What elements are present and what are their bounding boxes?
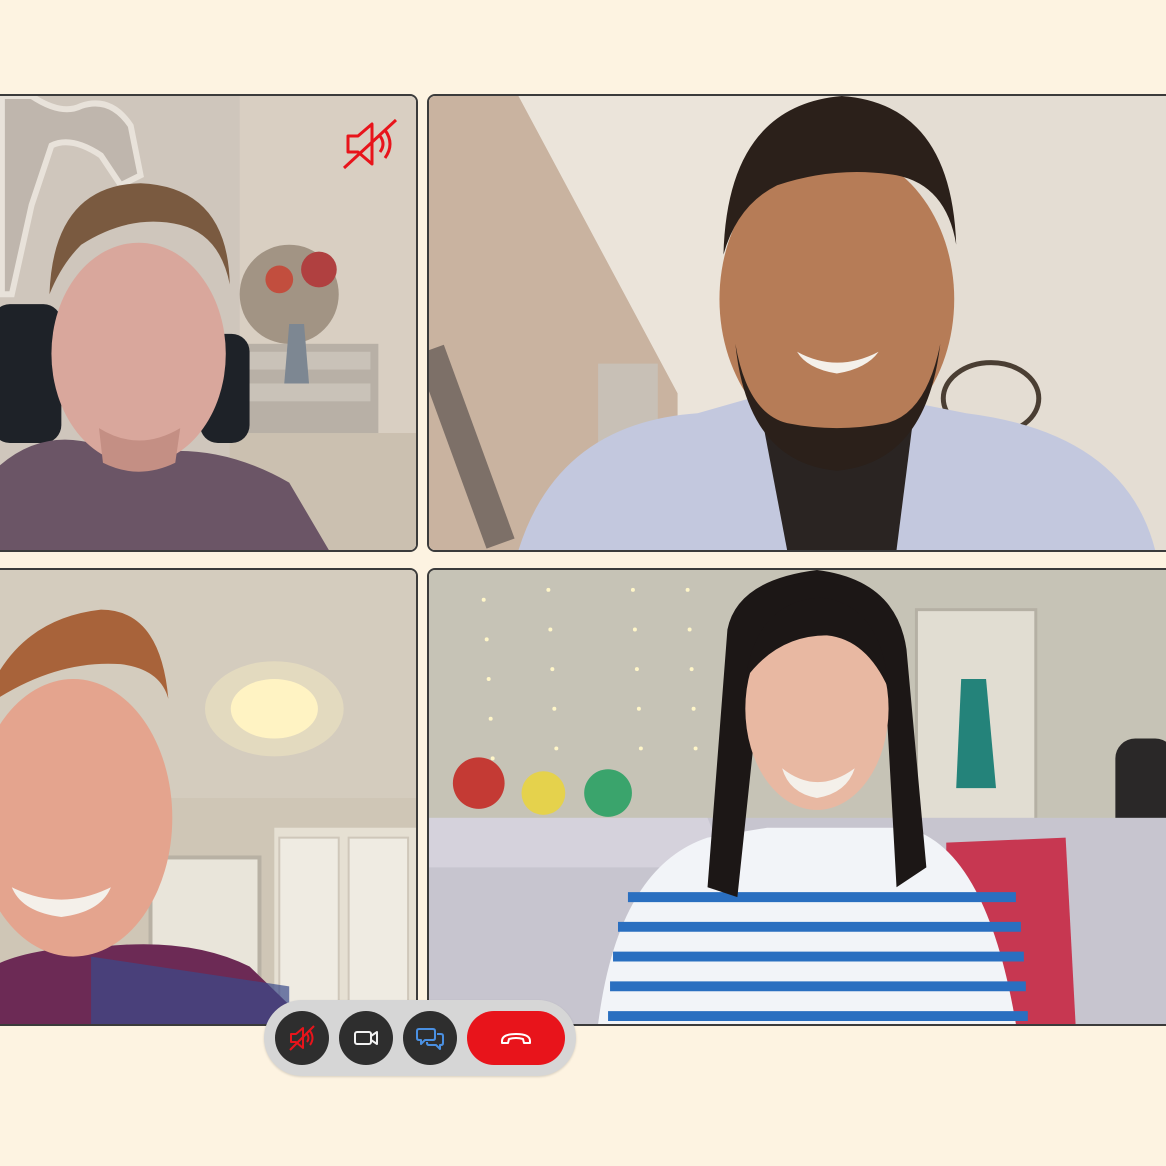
participant-video-tile-3[interactable] [0,568,418,1026]
chat-bubbles-icon [416,1028,444,1050]
mute-button[interactable] [275,1011,329,1065]
chat-button[interactable] [403,1011,457,1065]
participant-video-feed [0,570,416,1024]
participant-video-feed [429,570,1166,1024]
participant-video-tile-2[interactable] [427,94,1166,552]
video-toggle-button[interactable] [339,1011,393,1065]
call-controls-bar [264,1000,576,1076]
hang-up-button[interactable] [467,1011,565,1065]
participant-video-feed [429,96,1166,550]
video-camera-icon [354,1031,378,1045]
participant-video-tile-1[interactable] [0,94,418,552]
speaker-muted-icon [289,1025,315,1051]
participant-video-tile-4[interactable] [427,568,1166,1026]
speaker-muted-icon [342,118,398,170]
hang-up-icon [501,1033,531,1044]
